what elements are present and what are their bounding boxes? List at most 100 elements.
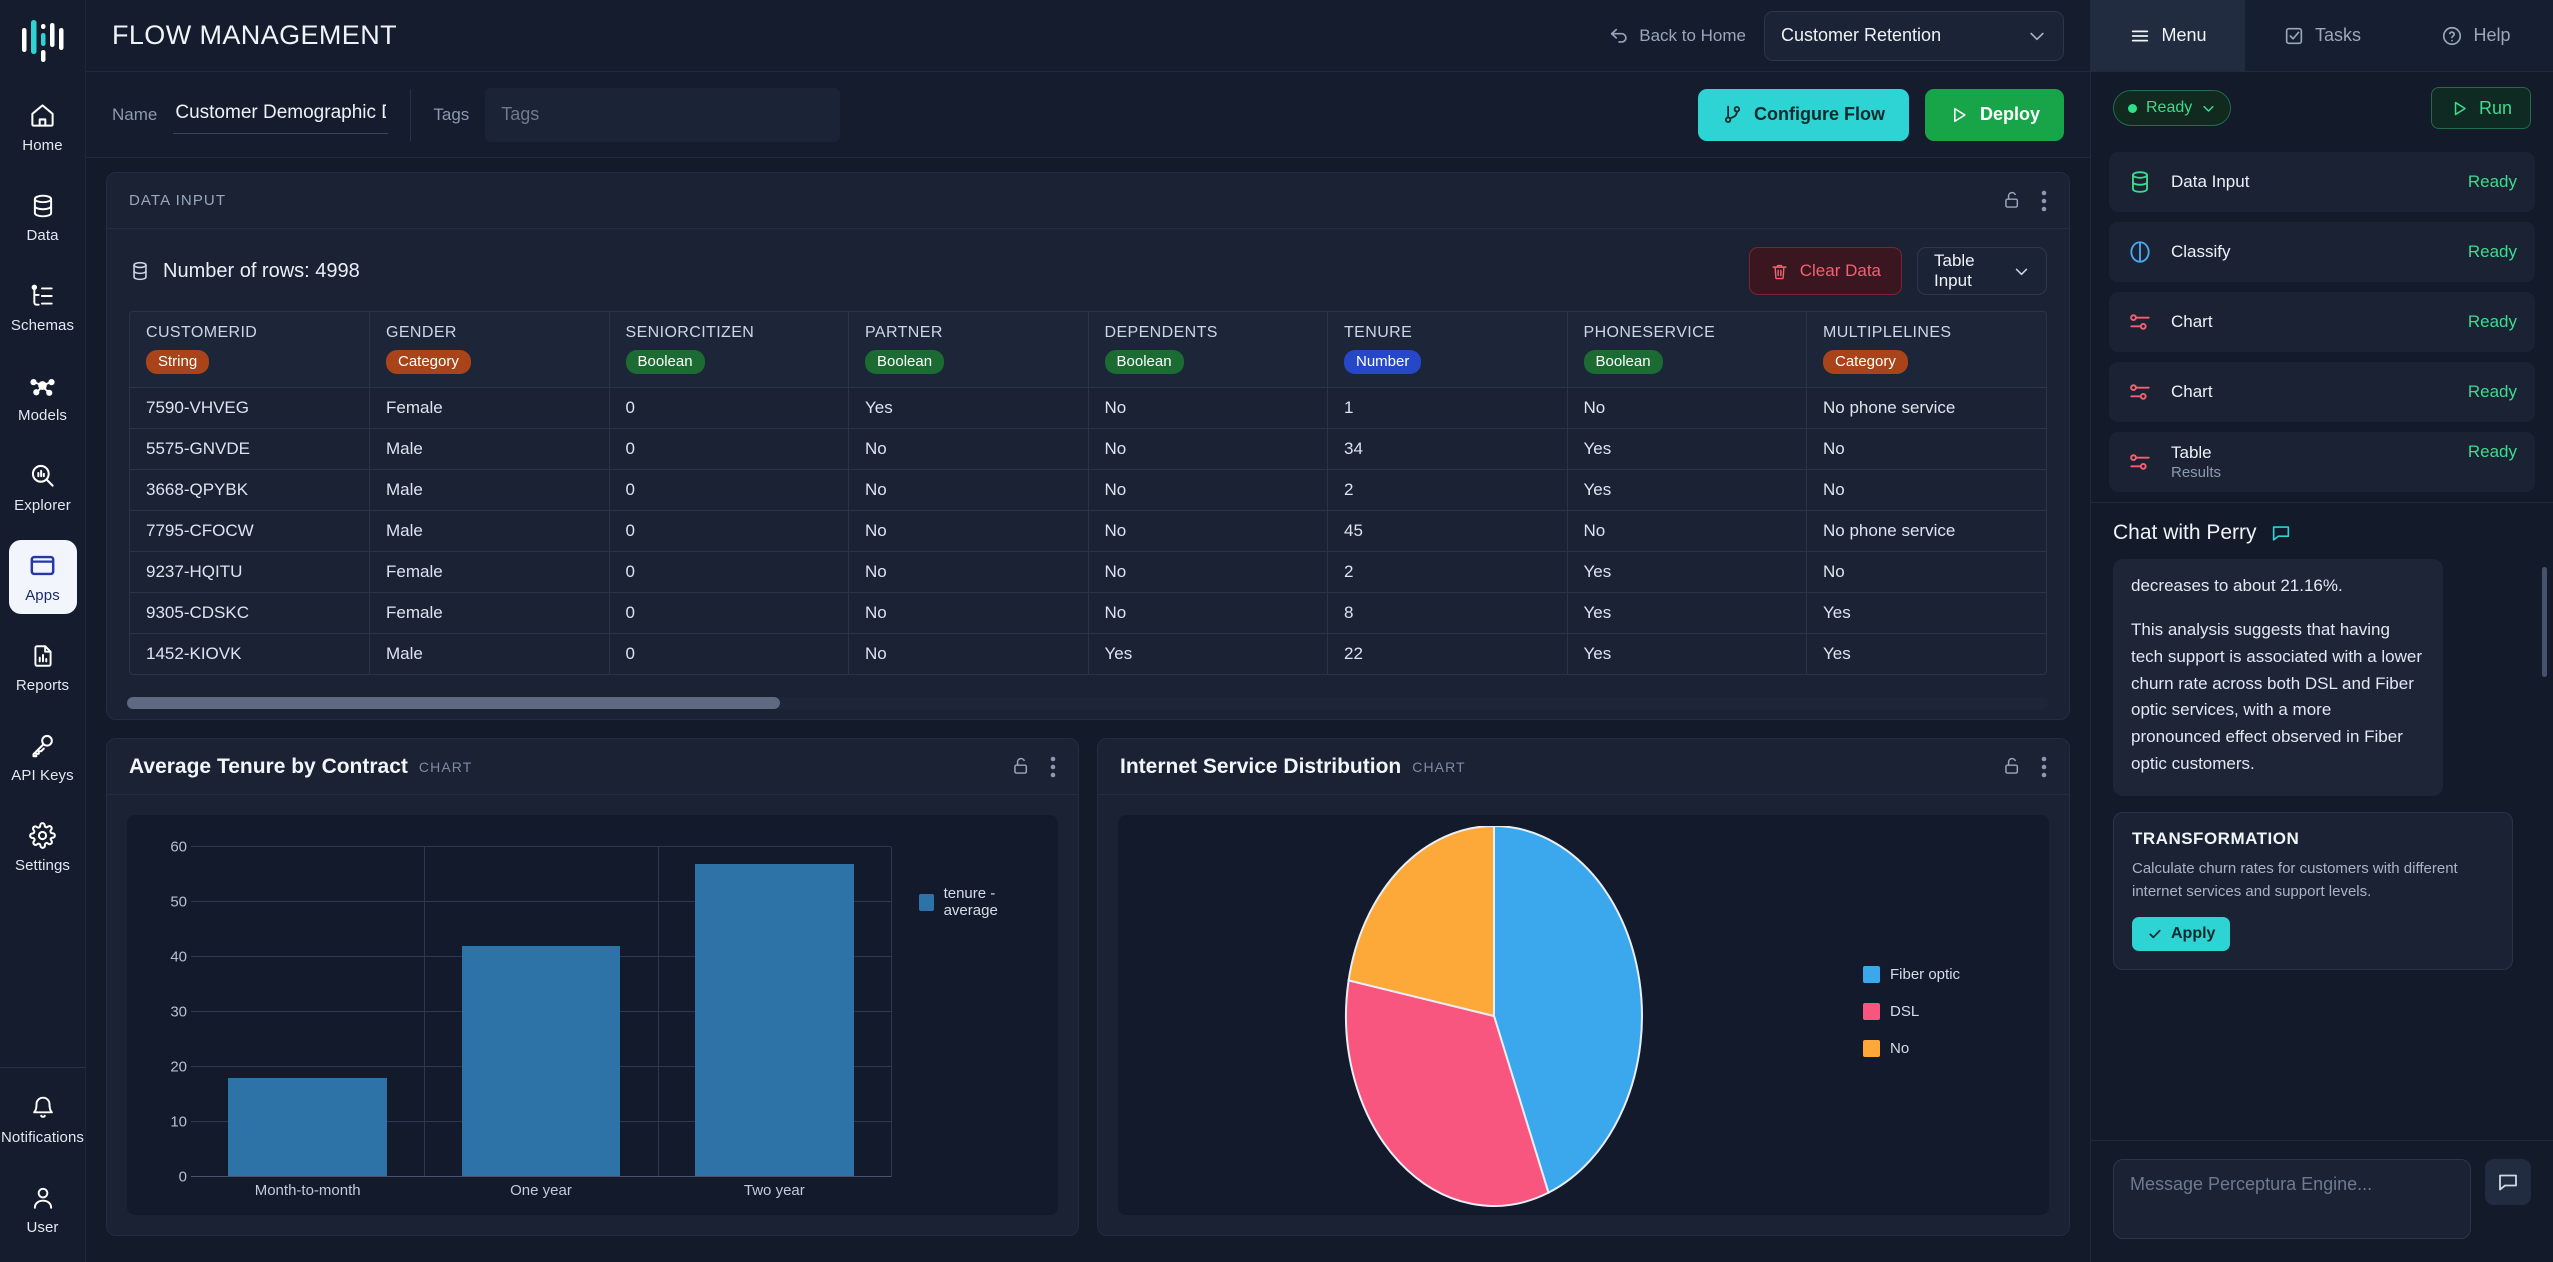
x-axis-tick-label: Two year	[658, 1182, 891, 1199]
sidebar-item-api-keys[interactable]: API Keys	[9, 720, 77, 794]
bar[interactable]	[228, 1078, 387, 1177]
play-icon	[2450, 99, 2469, 118]
sidebar-item-schemas[interactable]: Schemas	[9, 270, 77, 344]
table-row[interactable]: 9237-HQITUFemale0NoNo2YesNo	[130, 552, 2046, 593]
table-row[interactable]: 9305-CDSKCFemale0NoNo8YesYes	[130, 593, 2046, 634]
flow-step-item[interactable]: ChartReady	[2109, 362, 2535, 422]
status-dot-icon	[2128, 104, 2137, 113]
input-type-select[interactable]: Table Input	[1917, 247, 2047, 295]
legend-item[interactable]: No	[1863, 1040, 2029, 1057]
more-options-icon[interactable]	[1050, 756, 1056, 778]
flow-step-item[interactable]: Data InputReady	[2109, 152, 2535, 212]
bar-chart-actions	[1011, 756, 1056, 778]
tab-menu[interactable]: Menu	[2091, 0, 2245, 71]
lock-icon[interactable]	[1011, 756, 1032, 777]
legend-swatch	[1863, 1040, 1880, 1057]
canvas-scroll-area[interactable]: DATA INPUT Num	[86, 158, 2090, 1262]
tab-help[interactable]: Help	[2399, 0, 2553, 71]
run-button[interactable]: Run	[2431, 87, 2531, 129]
data-input-kicker: DATA INPUT	[129, 192, 226, 209]
table-cell: 1452-KIOVK	[130, 634, 370, 675]
tab-tasks[interactable]: Tasks	[2245, 0, 2399, 71]
more-options-icon[interactable]	[2041, 190, 2047, 212]
sidebar-item-reports[interactable]: Reports	[9, 630, 77, 704]
table-row[interactable]: 5575-GNVDEMale0NoNo34YesNo	[130, 429, 2046, 470]
table-column-header[interactable]: DEPENDENTSBoolean	[1088, 312, 1328, 388]
run-label: Run	[2479, 98, 2512, 119]
bell-icon	[28, 1093, 58, 1123]
table-column-header[interactable]: GENDERCategory	[370, 312, 610, 388]
sidebar-item-data[interactable]: Data	[9, 180, 77, 254]
flow-step-item[interactable]: TableResultsReady	[2109, 432, 2535, 492]
flow-selector[interactable]: Customer Retention	[1764, 11, 2064, 61]
sidebar-item-settings[interactable]: Settings	[9, 810, 77, 884]
pie-svg	[1339, 826, 1659, 1216]
deploy-button[interactable]: Deploy	[1925, 89, 2064, 141]
table-column-header[interactable]: TENURENumber	[1328, 312, 1568, 388]
main-content: FLOW MANAGEMENT Back to Home Customer Re…	[86, 0, 2090, 1262]
table-row[interactable]: 3668-QPYBKMale0NoNo2YesNo	[130, 470, 2046, 511]
table-column-header[interactable]: PHONESERVICEBoolean	[1567, 312, 1807, 388]
sidebar-item-notifications[interactable]: Notifications	[9, 1082, 77, 1156]
table-cell: Female	[370, 552, 610, 593]
table-row[interactable]: 7795-CFOCWMale0NoNo45NoNo phone service	[130, 511, 2046, 552]
chat-bubble-icon[interactable]	[2270, 522, 2292, 544]
scrollbar-thumb[interactable]	[127, 697, 780, 709]
send-message-button[interactable]	[2485, 1159, 2531, 1205]
flow-meta-bar: Name Tags Configure Flow Deploy	[86, 72, 2090, 158]
sidebar-item-explorer[interactable]: Explorer	[9, 450, 77, 524]
sidebar-item-apps[interactable]: Apps	[9, 540, 77, 614]
data-table-wrapper[interactable]: CUSTOMERIDStringGENDERCategorySENIORCITI…	[129, 311, 2047, 675]
table-cell: No phone service	[1807, 511, 2047, 552]
chat-input[interactable]	[2113, 1159, 2471, 1239]
chat-messages[interactable]: decreases to about 21.16%. This analysis…	[2091, 559, 2553, 1140]
table-horizontal-scrollbar[interactable]	[127, 697, 2049, 709]
table-column-header[interactable]: CUSTOMERIDString	[130, 312, 370, 388]
table-cell: Yes	[1807, 634, 2047, 675]
table-cell: 0	[609, 552, 849, 593]
flow-steps-list: Data InputReady ClassifyReady ChartReady Ch…	[2091, 144, 2553, 502]
chat-scrollbar-thumb[interactable]	[2542, 567, 2547, 677]
y-axis-tick-label: 50	[170, 894, 187, 911]
trash-icon	[1770, 262, 1789, 281]
sidebar-item-home[interactable]: Home	[9, 90, 77, 164]
apps-icon	[28, 551, 58, 581]
configure-flow-button[interactable]: Configure Flow	[1698, 89, 1909, 141]
table-column-header[interactable]: SENIORCITIZENBoolean	[609, 312, 849, 388]
database-icon	[129, 260, 151, 282]
tags-input[interactable]	[485, 88, 840, 142]
table-column-header[interactable]: MULTIPLELINESCategory	[1807, 312, 2047, 388]
bar[interactable]	[695, 864, 854, 1178]
lock-icon[interactable]	[2002, 756, 2023, 777]
deploy-label: Deploy	[1980, 104, 2040, 125]
chat-header: Chat with Perry	[2091, 502, 2553, 559]
more-options-icon[interactable]	[2041, 756, 2047, 778]
status-badge[interactable]: Ready	[2113, 90, 2231, 126]
table-cell: No	[849, 429, 1089, 470]
lock-icon[interactable]	[2002, 190, 2023, 211]
gridline-vertical	[891, 847, 892, 1177]
sidebar-item-user[interactable]: User	[9, 1172, 77, 1246]
transformation-description: Calculate churn rates for customers with…	[2132, 858, 2494, 903]
table-cell: No	[849, 634, 1089, 675]
apply-transformation-button[interactable]: Apply	[2132, 917, 2230, 951]
flow-step-item[interactable]: ChartReady	[2109, 292, 2535, 352]
legend-item[interactable]: tenure - average	[919, 885, 1038, 919]
flow-step-name: Table	[2171, 443, 2221, 463]
flow-step-item[interactable]: ClassifyReady	[2109, 222, 2535, 282]
table-cell: Yes	[1567, 552, 1807, 593]
flow-step-text: Classify	[2171, 242, 2231, 262]
table-column-header[interactable]: PARTNERBoolean	[849, 312, 1089, 388]
table-row[interactable]: 1452-KIOVKMale0NoYes22YesYes	[130, 634, 2046, 675]
flow-name-input[interactable]	[173, 96, 388, 134]
flow-step-name: Data Input	[2171, 172, 2249, 192]
bar[interactable]	[462, 946, 621, 1177]
legend-item[interactable]: DSL	[1863, 1003, 2029, 1020]
table-row[interactable]: 7590-VHVEGFemale0YesNo1NoNo phone servic…	[130, 388, 2046, 429]
table-cell: 0	[609, 593, 849, 634]
legend-item[interactable]: Fiber optic	[1863, 966, 2029, 983]
clear-data-button[interactable]: Clear Data	[1749, 247, 1902, 295]
back-to-home-button[interactable]: Back to Home	[1608, 25, 1746, 47]
bar-chart-panel: Average Tenure by Contract CHART	[106, 738, 1079, 1236]
sidebar-item-models[interactable]: Models	[9, 360, 77, 434]
